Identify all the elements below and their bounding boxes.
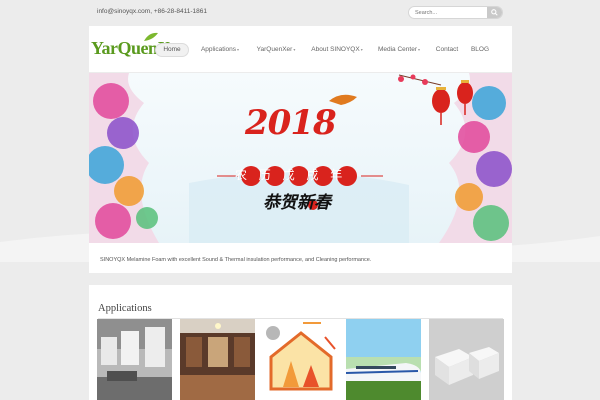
nav-item-label: Contact (435, 46, 459, 53)
thermal-house-image (263, 319, 338, 400)
nav-item-blog[interactable]: BLOG (467, 43, 493, 57)
nav-item-label: Media Center (377, 46, 417, 53)
nav-item-label: YarQuenXer (256, 46, 293, 53)
nav-item-media-center[interactable]: Media Center▾ (373, 43, 425, 57)
nav-item-label: Home (163, 46, 181, 53)
nav-item-applications[interactable]: Applications▾ (195, 43, 245, 57)
nav-item-label: About SINOYQX (311, 46, 360, 53)
nav-item-label: BLOG (470, 46, 490, 53)
caption-text: SINOYQX Melamine Foam with excellent Sou… (100, 257, 372, 263)
banner-headline: 农历戊戌年 (235, 168, 355, 182)
chevron-down-icon: ▾ (293, 47, 296, 52)
banner-caption: SINOYQX Melamine Foam with excellent Sou… (89, 243, 512, 273)
banner-greeting: 恭贺新春 (263, 193, 331, 213)
nav-item-label: Applications (200, 46, 237, 53)
foam-blocks-image (429, 319, 504, 400)
main-nav: Home Applications▾ YarQuenXer▾ About SINOYQ… (155, 43, 510, 57)
section-title: Applications (98, 303, 152, 314)
contact-info: info@sinoyqx.com, +86-28-8411-1861 (97, 8, 208, 15)
nav-item-yarquenxer[interactable]: YarQuenXer▾ (252, 43, 300, 57)
top-bar: info@sinoyqx.com, +86-28-8411-1861 (0, 0, 600, 24)
hero-banner[interactable]: 2018 农历戊戌年 恭贺新春 (89, 73, 512, 243)
nav-item-about-sinoyqx[interactable]: About SINOYQX▾ (308, 43, 366, 57)
chevron-down-icon: ▾ (360, 47, 363, 52)
search-button[interactable] (487, 7, 502, 18)
site-header: YarQuenXer Home Applications▾ YarQuenXer▾ A… (89, 26, 512, 72)
search-box[interactable] (408, 6, 503, 19)
new-year-illustration (89, 73, 512, 243)
ceiling-panels-image (97, 319, 172, 400)
applications-section: Applications (89, 285, 512, 400)
leaf-icon (144, 32, 158, 41)
shop-interior-image (180, 319, 255, 400)
high-speed-train-image (346, 319, 421, 400)
nav-item-contact[interactable]: Contact (432, 43, 462, 57)
chevron-down-icon: ▾ (237, 47, 240, 52)
chevron-down-icon: ▾ (418, 47, 421, 52)
nav-item-home[interactable]: Home (155, 43, 189, 57)
application-thumb-4[interactable] (346, 319, 421, 400)
banner-year: 2018 (245, 103, 337, 143)
application-thumb-2[interactable] (180, 319, 255, 400)
search-icon (491, 9, 498, 16)
application-thumb-5[interactable] (429, 319, 504, 400)
application-thumb-3[interactable] (263, 319, 338, 400)
search-input[interactable] (409, 7, 489, 18)
application-thumb-1[interactable] (97, 319, 172, 400)
